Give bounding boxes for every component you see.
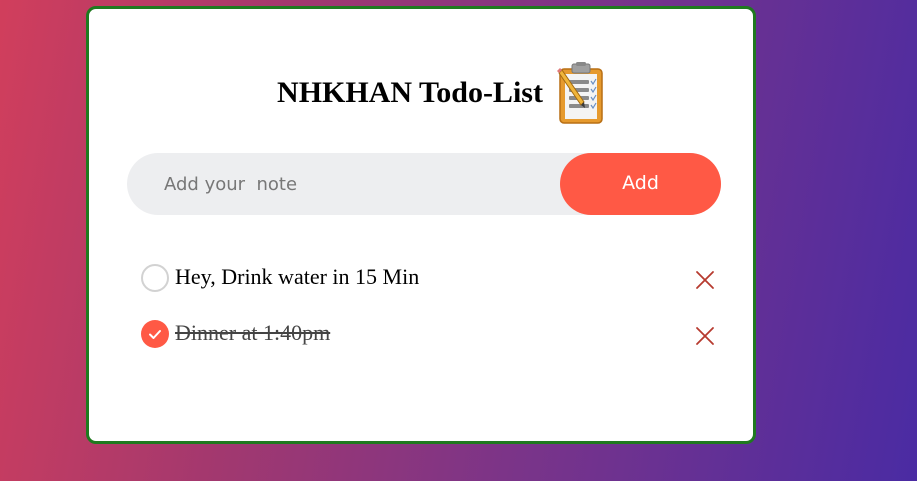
add-note-bar: Add: [127, 153, 721, 215]
note-input[interactable]: [127, 153, 547, 215]
close-icon[interactable]: [694, 269, 716, 291]
todo-card: NHKHAN Todo-List Add Hey, Drink water in…: [86, 6, 756, 444]
checked-circle-icon[interactable]: [141, 320, 169, 348]
clipboard-checklist-icon: [556, 62, 603, 124]
header: NHKHAN Todo-List: [89, 61, 753, 125]
add-button[interactable]: Add: [560, 153, 721, 215]
todo-item[interactable]: Dinner at 1:40pm: [141, 310, 716, 366]
todo-text: Dinner at 1:40pm: [175, 320, 331, 345]
unchecked-circle-icon[interactable]: [141, 264, 169, 292]
todo-item[interactable]: Hey, Drink water in 15 Min: [141, 254, 716, 310]
todo-text: Hey, Drink water in 15 Min: [175, 264, 420, 289]
checkmark-icon: [149, 330, 161, 339]
close-icon[interactable]: [694, 325, 716, 347]
todo-list: Hey, Drink water in 15 Min Dinner at 1:4…: [141, 254, 716, 366]
app-title: NHKHAN Todo-List: [277, 76, 543, 109]
